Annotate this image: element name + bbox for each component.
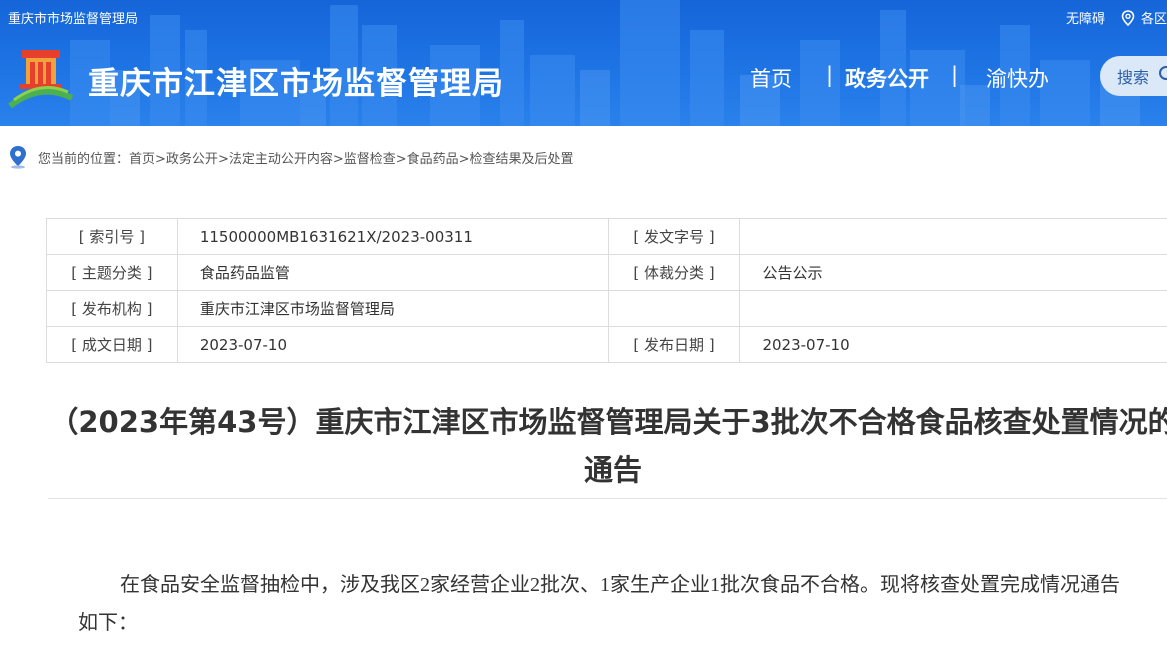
breadcrumb-food-drug[interactable]: >食品药品 <box>396 148 459 167</box>
location-pin-icon <box>1121 9 1135 26</box>
site-title[interactable]: 重庆市江津区市场监督管理局 <box>88 58 504 103</box>
empty-cell <box>607 290 741 327</box>
index-number-value: 11500000MB1631621X/2023-00311 <box>176 218 609 255</box>
topic-category-label: [ 主题分类 ] <box>46 254 178 291</box>
nav-home[interactable]: 首页 <box>750 63 792 93</box>
parent-site-link[interactable]: 重庆市市场监督管理局 <box>8 8 138 27</box>
site-header: 重庆市市场监督管理局 无障碍 各区 重庆市江津区市场监督管理局 首页 | 政务公… <box>0 0 1167 126</box>
site-logo-icon[interactable] <box>8 48 74 110</box>
publisher-value: 重庆市江津区市场监督管理局 <box>176 290 609 327</box>
genre-category-label: [ 体裁分类 ] <box>607 254 741 291</box>
written-date-label: [ 成文日期 ] <box>46 326 178 363</box>
nav-separator: | <box>951 63 959 87</box>
table-row: [ 主题分类 ] 食品药品监管 [ 体裁分类 ] 公告公示 <box>46 254 1167 291</box>
table-row: [ 发布机构 ] 重庆市江津区市场监督管理局 <box>46 290 1167 327</box>
table-row: [ 成文日期 ] 2023-07-10 [ 发布日期 ] 2023-07-10 <box>46 326 1167 363</box>
breadcrumb-gov-open[interactable]: >政务公开 <box>155 148 218 167</box>
location-marker-icon <box>10 146 26 169</box>
written-date-value: 2023-07-10 <box>176 326 609 363</box>
region-link[interactable]: 各区 <box>1141 8 1167 27</box>
publish-date-label: [ 发布日期 ] <box>607 326 741 363</box>
nav-yukuaiban[interactable]: 渝快办 <box>986 63 1049 93</box>
breadcrumb-statutory-content[interactable]: >法定主动公开内容 <box>218 148 333 167</box>
search-icon <box>1159 66 1167 80</box>
publish-date-value: 2023-07-10 <box>739 326 1167 363</box>
breadcrumb-inspection-results[interactable]: >检查结果及后处置 <box>459 148 574 167</box>
genre-category-value: 公告公示 <box>739 254 1167 291</box>
breadcrumb-prefix: 您当前的位置： <box>38 151 130 167</box>
search-button[interactable]: 搜索 <box>1100 56 1167 96</box>
index-number-label: [ 索引号 ] <box>46 218 178 255</box>
topbar-utilities: 无障碍 各区 <box>1066 8 1167 27</box>
doc-number-value <box>739 218 1167 255</box>
breadcrumb: 您当前的位置： 首页 >政务公开 >法定主动公开内容 >监督检查 >食品药品 >… <box>8 144 574 170</box>
table-row: [ 索引号 ] 11500000MB1631621X/2023-00311 [ … <box>46 218 1167 255</box>
search-label: 搜索 <box>1117 68 1150 87</box>
topic-category-value: 食品药品监管 <box>176 254 609 291</box>
publisher-label: [ 发布机构 ] <box>46 290 178 327</box>
article-title: （2023年第43号）重庆市江津区市场监督管理局关于3批次不合格食品核查处置情况… <box>49 405 1167 487</box>
article-paragraph: 在食品安全监督抽检中，涉及我区2家经营企业2批次、1家生产企业1批次食品不合格。… <box>78 574 1120 634</box>
breadcrumb-home[interactable]: 首页 <box>129 148 155 167</box>
title-divider <box>48 498 1167 499</box>
doc-number-label: [ 发文字号 ] <box>607 218 741 255</box>
nav-separator: | <box>826 63 834 87</box>
accessibility-link[interactable]: 无障碍 <box>1066 8 1105 27</box>
empty-cell <box>739 290 1167 327</box>
document-info-table: [ 索引号 ] 11500000MB1631621X/2023-00311 [ … <box>46 218 1167 363</box>
nav-gov-open[interactable]: 政务公开 <box>845 63 929 93</box>
breadcrumb-supervision[interactable]: >监督检查 <box>333 148 396 167</box>
